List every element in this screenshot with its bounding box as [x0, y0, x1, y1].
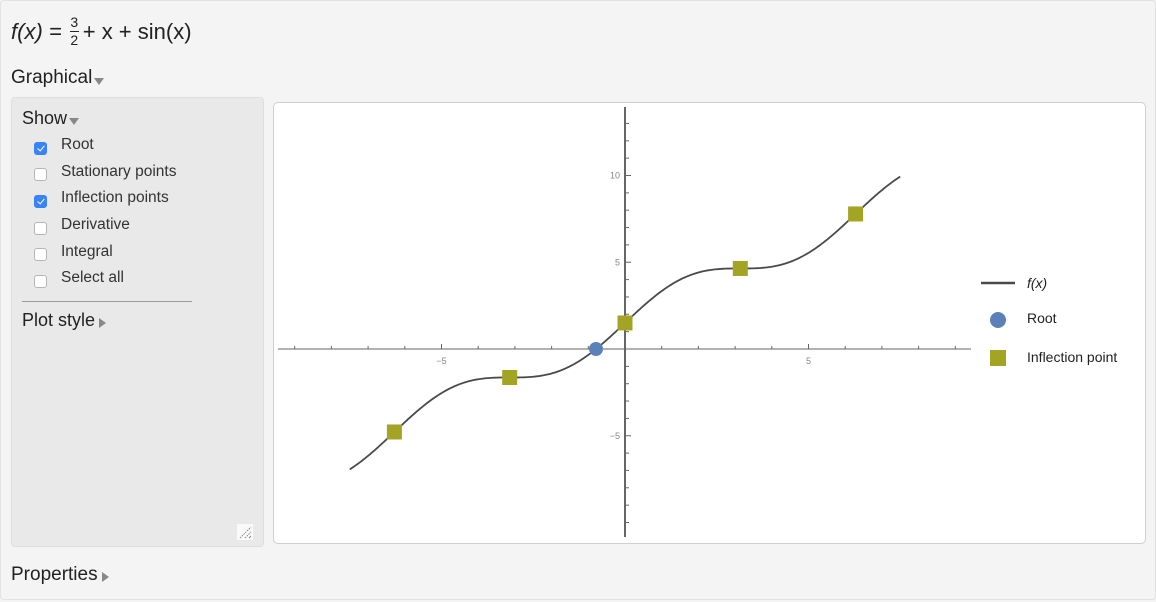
properties-label: Properties: [11, 564, 98, 585]
option-root[interactable]: Root: [34, 132, 176, 159]
function-formula: f(x) = 3 2 + x + sin(x): [11, 15, 192, 48]
checkbox-integral[interactable]: [34, 248, 47, 262]
chevron-right-icon: [101, 572, 109, 582]
root-point: [589, 342, 604, 356]
option-integral[interactable]: Integral: [34, 238, 176, 265]
y-tick-label: 10: [610, 171, 620, 181]
option-label: Root: [61, 136, 94, 154]
legend-inflection-marker: [990, 350, 1006, 366]
checkbox-stationary-points[interactable]: [34, 168, 47, 182]
formula-lhs: f(x) =: [11, 18, 62, 44]
legend-inflection-label: Inflection point: [1027, 349, 1117, 365]
option-label: Inflection points: [61, 189, 169, 207]
chevron-down-icon: [94, 77, 105, 85]
show-options-panel: Show Root Stationary points Inflection p…: [11, 97, 264, 547]
legend-root-marker: [990, 312, 1006, 328]
option-select-all[interactable]: Select all: [34, 265, 176, 292]
option-label: Select all: [61, 269, 124, 287]
function-plot: −5 5 −5 5 10 f(x) Root Inflection point: [278, 107, 1117, 537]
show-dropdown-toggle[interactable]: Show: [22, 108, 80, 129]
inflection-point: [502, 369, 518, 385]
show-options-list: Root Stationary points Inflection points…: [34, 132, 176, 292]
inflection-point: [732, 260, 748, 276]
plot-frame: −5 5 −5 5 10 f(x) Root Inflection point: [273, 102, 1146, 544]
option-label: Stationary points: [61, 162, 177, 180]
fraction-denominator: 2: [70, 32, 79, 48]
option-derivative[interactable]: Derivative: [34, 212, 176, 239]
checkbox-derivative[interactable]: [34, 221, 47, 235]
inflection-point: [848, 206, 864, 222]
fraction-numerator: 3: [70, 14, 79, 30]
formula-fraction: 3 2: [69, 14, 79, 48]
show-label: Show: [22, 108, 68, 128]
legend-root-label: Root: [1027, 310, 1057, 326]
chevron-right-icon: [99, 317, 107, 328]
formula-rhs: + x + sin(x): [82, 18, 192, 44]
chevron-down-icon: [69, 118, 80, 125]
plot-style-toggle[interactable]: Plot style: [22, 310, 107, 331]
y-tick-label: −5: [610, 431, 620, 441]
divider: [22, 301, 192, 302]
checkbox-inflection-points[interactable]: [34, 194, 47, 208]
resize-handle-icon[interactable]: [237, 524, 253, 540]
y-tick-label: 5: [615, 257, 620, 267]
plot-style-label: Plot style: [22, 310, 96, 330]
graphical-label: Graphical: [11, 67, 93, 88]
option-stationary-points[interactable]: Stationary points: [34, 159, 176, 186]
graphical-section-toggle[interactable]: Graphical: [11, 67, 105, 89]
inflection-point: [617, 315, 633, 331]
notebook-cell: f(x) = 3 2 + x + sin(x) Graphical Show R…: [0, 0, 1156, 600]
properties-section-toggle[interactable]: Properties: [11, 564, 109, 586]
legend-fx-label: f(x): [1027, 275, 1047, 291]
option-inflection-points[interactable]: Inflection points: [34, 185, 176, 212]
x-tick-label: −5: [436, 356, 446, 366]
option-label: Integral: [61, 242, 113, 260]
checkbox-root[interactable]: [34, 141, 47, 155]
x-tick-label: 5: [806, 356, 811, 366]
option-label: Derivative: [61, 216, 130, 234]
checkbox-select-all[interactable]: [34, 274, 47, 288]
inflection-point: [386, 424, 402, 440]
